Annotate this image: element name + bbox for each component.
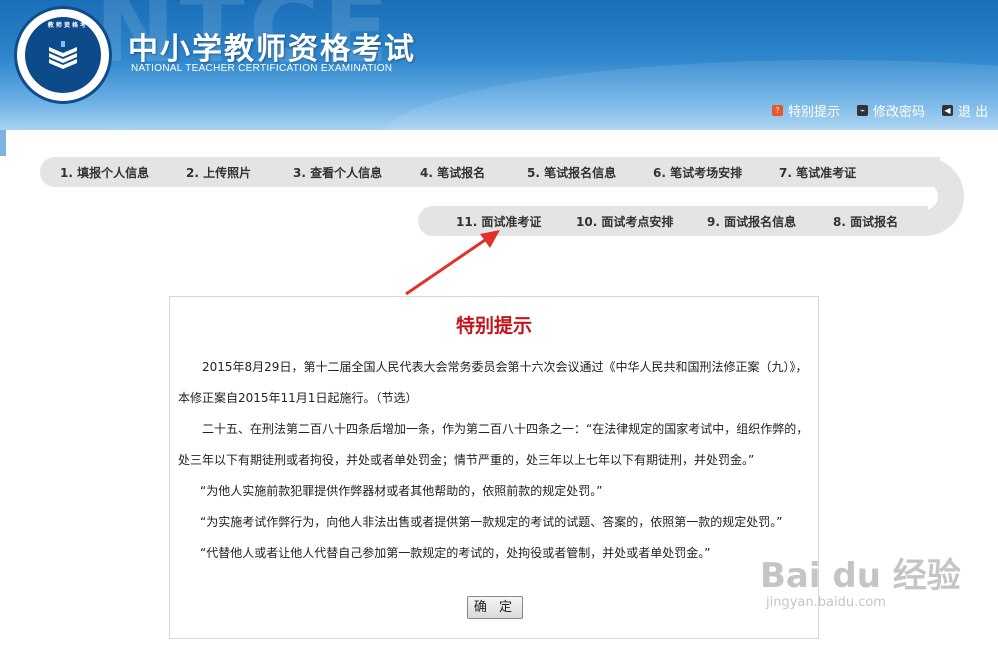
site-title: 中小学教师资格考试 (128, 32, 416, 67)
step-6-written-venue[interactable]: 6. 笔试考场安排 (653, 164, 742, 181)
header-swoosh (380, 60, 998, 130)
special-notice-dialog: 特别提示 2015年8月29日，第十二届全国人民代表大会常务委员会第十六次会议通… (169, 296, 819, 639)
special-notice-label: 特别提示 (788, 104, 841, 120)
site-header: NTCE 教 师 资 格 考 试 中小学教师资格考试 NATIONAL TEAC… (0, 0, 998, 130)
step-3-view-info[interactable]: 3. 查看个人信息 (293, 164, 382, 181)
baidu-watermark: Bai du 经验 jingyan.baidu.com (760, 548, 961, 610)
step-2-upload-photo[interactable]: 2. 上传照片 (186, 164, 251, 181)
step-10-interview-venue[interactable]: 10. 面试考点安排 (576, 213, 673, 230)
step-1-personal-info[interactable]: 1. 填报个人信息 (60, 164, 149, 181)
logo-inner: 教 师 资 格 考 试 (25, 17, 101, 93)
site-subtitle: NATIONAL TEACHER CERTIFICATION EXAMINATI… (131, 63, 393, 74)
logout-label: 退 出 (958, 104, 989, 120)
watermark-line-1: Bai du 经验 (760, 556, 961, 596)
step-4-written-registration[interactable]: 4. 笔试报名 (420, 164, 485, 181)
step-5-written-registration-info[interactable]: 5. 笔试报名信息 (527, 164, 616, 181)
special-notice-link[interactable]: ? 特别提示 (772, 101, 841, 120)
logout-link[interactable]: ◀ 退 出 (942, 101, 989, 120)
notice-paragraph-2: 二十五、在刑法第二百八十四条后增加一条，作为第二百八十四条之一：“在法律规定的国… (178, 422, 809, 467)
watermark-line-2: jingyan.baidu.com (766, 595, 886, 610)
notice-paragraph-1: 2015年8月29日，第十二届全国人民代表大会常务委员会第十六次会议通过《中华人… (178, 360, 808, 405)
notice-paragraph-3: “为他人实施前款犯罪提供作弊器材或者其他帮助的，依照前款的规定处罚。” (200, 484, 603, 498)
notice-paragraph-4: “为实施考试作弊行为，向他人非法出售或者提供第一款规定的考试的试题、答案的，依照… (200, 515, 783, 529)
step-7-written-admission-ticket[interactable]: 7. 笔试准考证 (779, 164, 856, 181)
confirm-button[interactable]: 确 定 (467, 596, 523, 619)
book-icon (49, 41, 77, 69)
step-9-interview-registration-info[interactable]: 9. 面试报名信息 (707, 213, 796, 230)
step-8-interview-registration[interactable]: 8. 面试报名 (833, 213, 898, 230)
change-password-label: 修改密码 (873, 104, 926, 120)
notice-icon: ? (772, 104, 783, 116)
notice-paragraph-5: “代替他人或者让他人代替自己参加第一款规定的考试的，处拘役或者管制，并处或者单处… (200, 546, 711, 560)
notice-title: 特别提示 (455, 315, 532, 337)
key-icon: ⌁ (857, 104, 868, 116)
page-edge (0, 130, 6, 156)
red-arrow-annotation (405, 230, 500, 296)
exit-icon: ◀ (942, 104, 953, 116)
logo-ring-text: 教 师 资 格 考 试 (47, 22, 95, 29)
ntce-logo: 教 师 资 格 考 试 (14, 6, 112, 104)
change-password-link[interactable]: ⌁ 修改密码 (857, 101, 926, 120)
